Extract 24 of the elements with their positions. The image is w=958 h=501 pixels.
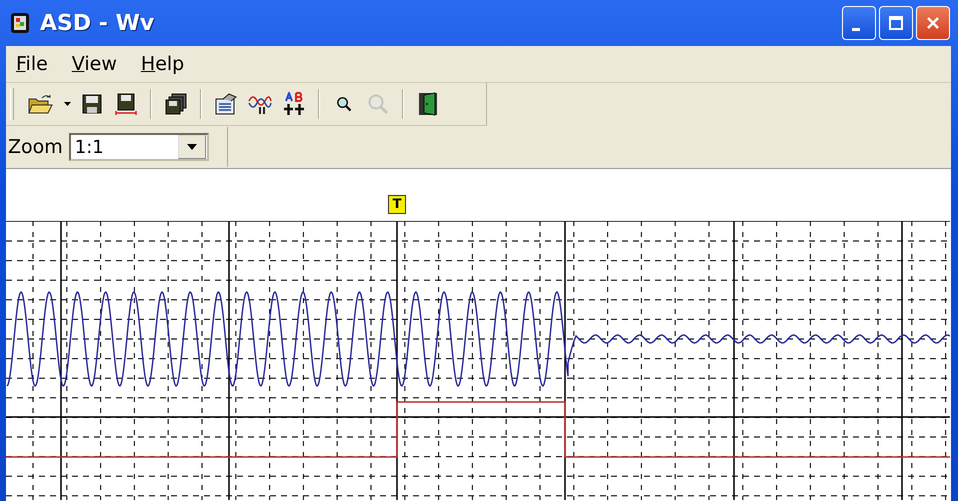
close-icon: [925, 15, 941, 31]
menu-item[interactable]: Help: [140, 53, 184, 75]
zoom-label: Zoom: [8, 136, 63, 158]
menu-item[interactable]: File: [16, 53, 48, 75]
door-icon: [418, 92, 438, 116]
form-icon: [215, 93, 237, 115]
maximize-button[interactable]: [879, 6, 913, 40]
zoom-dropdown[interactable]: 1:1: [68, 133, 209, 161]
caret-icon: [64, 102, 70, 106]
window-title: ASD - Wv: [40, 10, 156, 36]
floppy-disk-icon: [115, 93, 137, 115]
close-button[interactable]: [916, 6, 950, 40]
minimize-button[interactable]: [842, 6, 876, 40]
caret-icon: [186, 144, 197, 150]
magnifier-icon: [336, 96, 352, 112]
ab-markers-icon: [283, 92, 305, 116]
app-icon: [10, 12, 30, 34]
menu-item[interactable]: View: [72, 53, 117, 75]
stacked-disks-icon: [165, 93, 187, 115]
folder-icon: [28, 93, 54, 115]
magnifier-icon: [367, 93, 389, 115]
trigger-marker[interactable]: T: [388, 195, 406, 214]
maximize-icon: [888, 15, 904, 31]
minimize-icon: [852, 28, 860, 30]
